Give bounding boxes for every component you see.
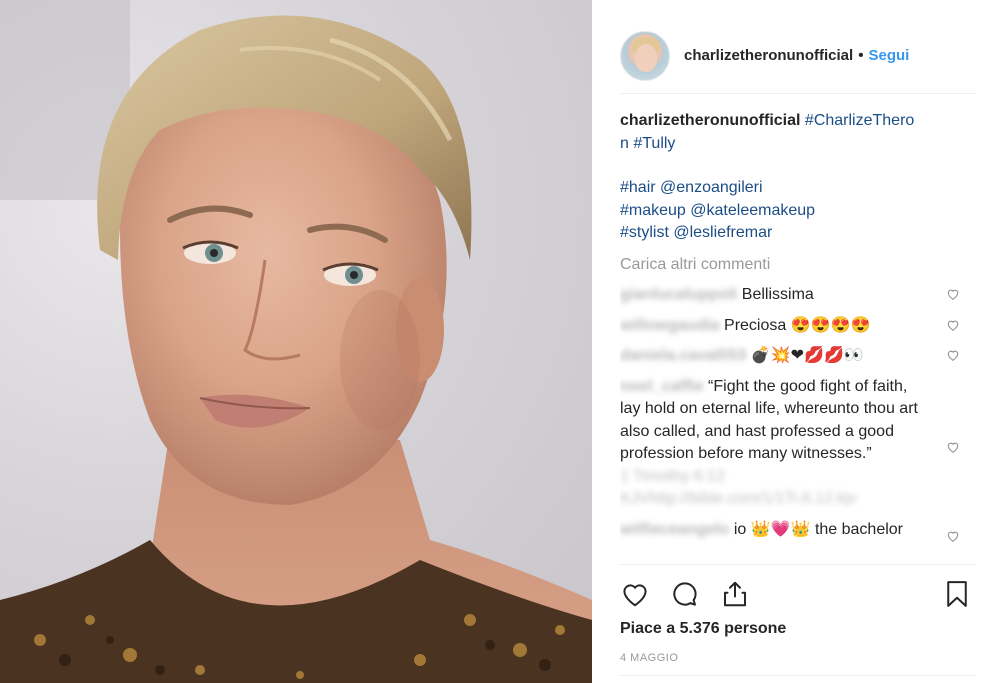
comment-bubble-icon[interactable]	[670, 579, 700, 609]
header-separator: •	[858, 47, 864, 64]
likes-count[interactable]: Piace a 5.376 persone	[620, 620, 786, 638]
like-comment-icon[interactable]	[946, 287, 960, 301]
comment-text: 💣💥❤💋💋👀	[750, 347, 864, 364]
comment-row: gianlucaluppoli Bellissima	[620, 284, 976, 307]
comments-section[interactable]: charlizetheronunofficial #CharlizeThero …	[620, 110, 976, 564]
like-comment-icon[interactable]	[946, 318, 960, 332]
like-comment-icon[interactable]	[946, 529, 960, 543]
load-more-comments[interactable]: Carica altri commenti	[620, 254, 976, 277]
post-header: charlizetheronunofficial • Segui	[620, 18, 976, 94]
mention-kateleemakeup[interactable]: @kateleemakeup	[690, 202, 815, 219]
caption-username[interactable]: charlizetheronunofficial	[620, 112, 800, 129]
comment-text: Preciosa 😍😍😍😍	[724, 316, 871, 334]
comment-row: noel_caffie “Fight the good fight of fai…	[620, 376, 976, 511]
avatar[interactable]	[620, 30, 670, 81]
action-icons	[620, 579, 976, 611]
comment-row: wilfieceangelo io 👑💗👑 the bachelor	[620, 519, 976, 542]
avatar-face	[635, 43, 657, 72]
portrait-image	[0, 0, 592, 683]
post-actions: Piace a 5.376 persone 4 MAGGIO	[620, 564, 976, 683]
hashtag-tully[interactable]: n #Tully	[620, 135, 675, 152]
comment-username[interactable]: noel_caffie	[620, 378, 704, 395]
like-heart-icon[interactable]	[620, 579, 650, 609]
divider	[620, 675, 976, 676]
share-upload-icon[interactable]	[720, 579, 750, 609]
hashtag-hair[interactable]: #hair	[620, 179, 656, 196]
comment-username[interactable]: willowgaudia	[620, 317, 720, 334]
comment-text: Bellissima	[741, 286, 814, 303]
follow-button[interactable]: Segui	[868, 47, 909, 64]
comment-link[interactable]: KJVhttp://bible.com/1/1Ti.6.12.kjv	[620, 488, 920, 511]
hashtag-stylist[interactable]: #stylist	[620, 224, 669, 241]
mention-lesliefremar[interactable]: @lesliefremar	[673, 224, 772, 241]
hashtag-charlizetheron[interactable]: #CharlizeThero	[805, 112, 914, 129]
mention-enzoangileri[interactable]: @enzoangileri	[660, 179, 763, 196]
bookmark-icon[interactable]	[942, 579, 972, 609]
like-comment-icon[interactable]	[946, 348, 960, 362]
comment-username[interactable]: daniela.cavalli53	[620, 347, 746, 364]
hashtag-makeup[interactable]: #makeup	[620, 202, 686, 219]
comment-username[interactable]: wilfieceangelo	[620, 521, 729, 538]
comment-text: io 👑💗👑 the bachelor	[733, 520, 903, 538]
caption: charlizetheronunofficial #CharlizeThero …	[620, 110, 960, 245]
post-date[interactable]: 4 MAGGIO	[620, 652, 678, 664]
header-username[interactable]: charlizetheronunofficial	[684, 47, 853, 64]
comment-reference: 1 Timothy 6:12	[620, 467, 725, 485]
comment-username[interactable]: gianlucaluppoli	[620, 286, 737, 303]
like-comment-icon[interactable]	[946, 440, 960, 454]
post-photo[interactable]	[0, 0, 592, 683]
comment-row: daniela.cavalli53 💣💥❤💋💋👀	[620, 345, 976, 368]
comment-row: willowgaudia Preciosa 😍😍😍😍	[620, 315, 976, 338]
post-side-panel: charlizetheronunofficial • Segui charliz…	[592, 0, 986, 683]
